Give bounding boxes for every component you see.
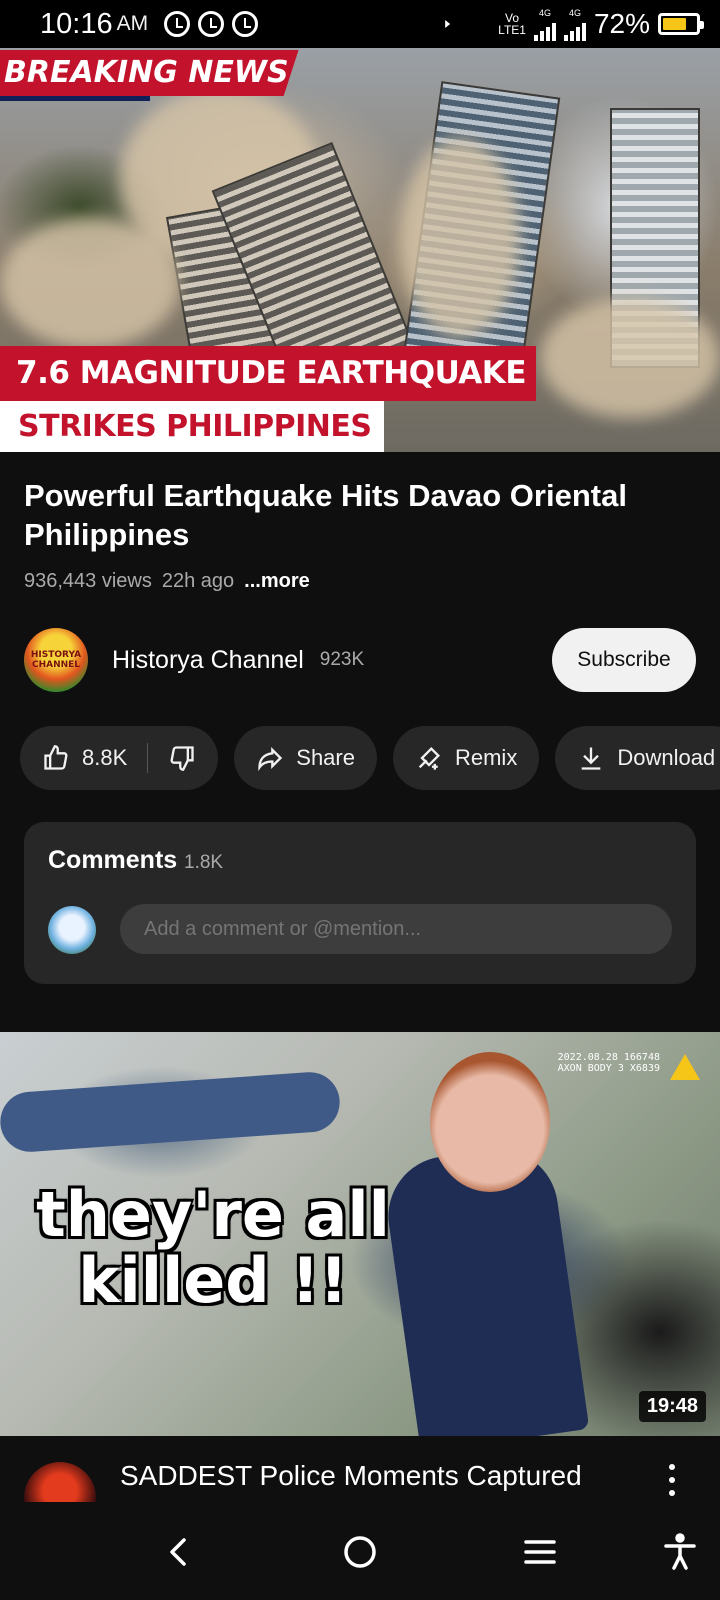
share-button[interactable]: Share xyxy=(234,726,377,790)
nav-home-button[interactable] xyxy=(336,1528,384,1576)
channel-name[interactable]: Historya Channel xyxy=(112,646,304,675)
bodycam-logo-icon xyxy=(670,1054,700,1080)
remix-icon xyxy=(418,747,440,770)
subscriber-count: 923K xyxy=(319,649,365,670)
notification-dot-icon xyxy=(445,20,451,28)
comment-input[interactable] xyxy=(120,904,672,954)
alarm-icons xyxy=(164,11,259,37)
dust-cloud xyxy=(0,218,180,348)
alarm-clock-icon xyxy=(198,11,225,37)
alarm-clock-icon xyxy=(164,11,191,37)
thumbnail-figure xyxy=(430,1052,550,1192)
share-icon xyxy=(258,747,283,772)
thumbs-up-icon[interactable] xyxy=(42,744,70,772)
volte-indicator: Vo LTE1 xyxy=(498,12,526,36)
network-4g-a: 4G xyxy=(533,7,556,41)
bodycam-stamp: 2022.08.28 166748 AXON BODY 3 X6839 xyxy=(557,1052,660,1074)
next-video-info[interactable]: SADDEST Police Moments Captured xyxy=(0,1436,720,1502)
battery-fill xyxy=(663,18,687,30)
signal-bars-icon xyxy=(563,19,586,41)
thumbs-down-icon[interactable] xyxy=(168,744,196,772)
accessibility-icon xyxy=(664,1533,696,1570)
home-circle-icon xyxy=(344,1536,376,1568)
more-link[interactable]: ...more xyxy=(244,570,310,593)
user-avatar xyxy=(48,906,96,954)
comments-count: 1.8K xyxy=(184,852,224,873)
more-options-icon[interactable] xyxy=(668,1464,676,1496)
download-label: Download xyxy=(617,745,716,770)
accessibility-button[interactable] xyxy=(656,1528,704,1576)
battery-percent: 72% xyxy=(593,8,650,39)
next-video-title[interactable]: SADDEST Police Moments Captured xyxy=(120,1460,582,1492)
channel-avatar[interactable]: HISTORYA CHANNEL xyxy=(24,628,88,692)
download-button[interactable]: Download xyxy=(555,726,720,790)
thumbnail-figure xyxy=(0,1070,342,1154)
download-icon xyxy=(581,747,601,770)
like-divider xyxy=(147,743,149,773)
remix-label: Remix xyxy=(454,745,518,770)
status-bar: 10:16 AM Vo LTE1 4G 4G 72% xyxy=(0,0,720,48)
signal-bars-icon xyxy=(533,19,556,41)
like-count[interactable]: 8.8K xyxy=(82,745,127,771)
menu-lines-icon xyxy=(524,1540,556,1564)
breaking-news-banner: BREAKING NEWS xyxy=(0,50,299,96)
action-bar: 8.8K Share Remix Download xyxy=(20,726,720,790)
nav-back-button[interactable] xyxy=(156,1528,204,1576)
status-right: Vo LTE1 4G 4G 72% xyxy=(445,7,704,41)
status-ampm: AM xyxy=(116,12,149,35)
network-4g-label: 4G xyxy=(538,8,551,18)
remix-button[interactable]: Remix xyxy=(392,726,540,790)
dust-cloud xyxy=(540,298,720,418)
alarm-clock-icon xyxy=(232,11,259,37)
volte-bottom-label: LTE1 xyxy=(498,23,526,37)
comments-panel[interactable]: Comments 1.8K xyxy=(24,822,696,984)
network-4g-b: 4G xyxy=(563,7,586,41)
next-channel-avatar[interactable] xyxy=(24,1462,96,1502)
back-chevron-icon xyxy=(170,1538,186,1566)
view-count: 936,443 views xyxy=(24,570,152,592)
video-duration: 19:48 xyxy=(638,1391,706,1422)
next-video-thumbnail[interactable]: 2022.08.28 166748 AXON BODY 3 X6839 they… xyxy=(0,1032,720,1436)
comments-title: Comments xyxy=(48,846,178,874)
network-4g-label: 4G xyxy=(568,8,581,18)
thumbnail-headline-line1: 7.6 MAGNITUDE EARTHQUAKE xyxy=(0,346,536,401)
system-nav-bar xyxy=(0,1502,720,1600)
nav-recents-button[interactable] xyxy=(516,1528,564,1576)
share-label: Share xyxy=(296,745,355,770)
video-title[interactable]: Powerful Earthquake Hits Davao Oriental … xyxy=(24,476,694,554)
subscribe-button[interactable]: Subscribe xyxy=(552,628,696,692)
battery-icon xyxy=(658,13,704,35)
banner-stripe xyxy=(0,96,150,101)
like-dislike-pill: 8.8K xyxy=(20,726,219,790)
video-meta[interactable]: 936,443 views 22h ago ...more xyxy=(24,570,310,593)
dust-cloud xyxy=(400,138,520,338)
channel-avatar-text: HISTORYA CHANNEL xyxy=(30,650,82,670)
channel-row: HISTORYA CHANNEL Historya Channel 923K S… xyxy=(24,628,696,692)
video-player[interactable]: BREAKING NEWS 7.6 MAGNITUDE EARTHQUAKE S… xyxy=(0,48,720,452)
status-time: 10:16 xyxy=(40,7,113,40)
thumbnail-overlay-text: they're all killed !! xyxy=(36,1178,390,1317)
upload-age: 22h ago xyxy=(161,570,235,592)
thumbnail-headline-line2: STRIKES PHILIPPINES xyxy=(0,401,384,452)
